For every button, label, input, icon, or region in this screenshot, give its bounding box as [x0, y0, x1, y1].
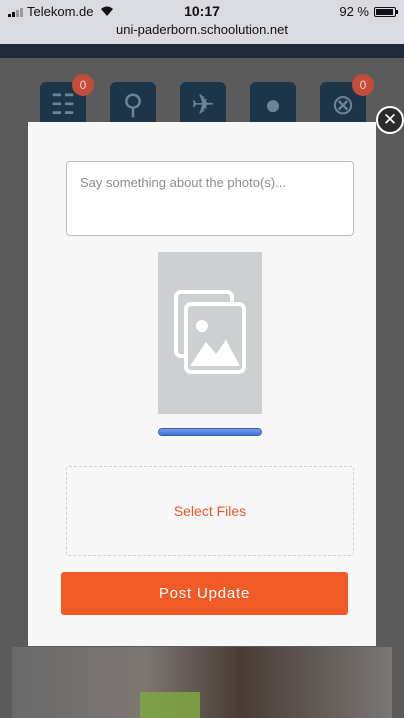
photo-preview: [158, 252, 262, 414]
photos-icon: [174, 290, 246, 374]
feed-photo-detail: [140, 692, 200, 718]
notification-badge: 0: [72, 74, 94, 96]
location-pin-icon-glyph: ⚲: [122, 89, 144, 120]
running-icon-glyph: ✈: [191, 89, 215, 120]
status-right: 92 %: [339, 4, 398, 19]
battery-icon: [374, 6, 398, 17]
upload-progress-fill: [159, 429, 261, 435]
select-files-link[interactable]: Select Files: [174, 503, 246, 519]
battery-percent: 92 %: [339, 4, 369, 19]
feed-photo: [12, 647, 392, 718]
page-header-strip: [0, 44, 404, 58]
checklist-icon-glyph: ☷: [50, 89, 76, 120]
chat-bubble-icon-glyph: ●: [264, 89, 282, 120]
share-icon-glyph: ⊗: [331, 89, 355, 120]
notification-badge: 0: [352, 74, 374, 96]
status-bar: Telekom.de 10:17 uni-paderborn.schooluti…: [0, 0, 404, 44]
upload-progress-bar: [158, 428, 262, 436]
caption-input[interactable]: [66, 161, 354, 236]
upload-modal: Select Files Post Update: [28, 122, 376, 646]
url-label[interactable]: uni-paderborn.schoolution.net: [0, 22, 404, 37]
post-update-button[interactable]: Post Update: [61, 572, 348, 615]
file-dropzone[interactable]: Select Files: [66, 466, 354, 556]
close-icon[interactable]: ✕: [376, 106, 404, 134]
